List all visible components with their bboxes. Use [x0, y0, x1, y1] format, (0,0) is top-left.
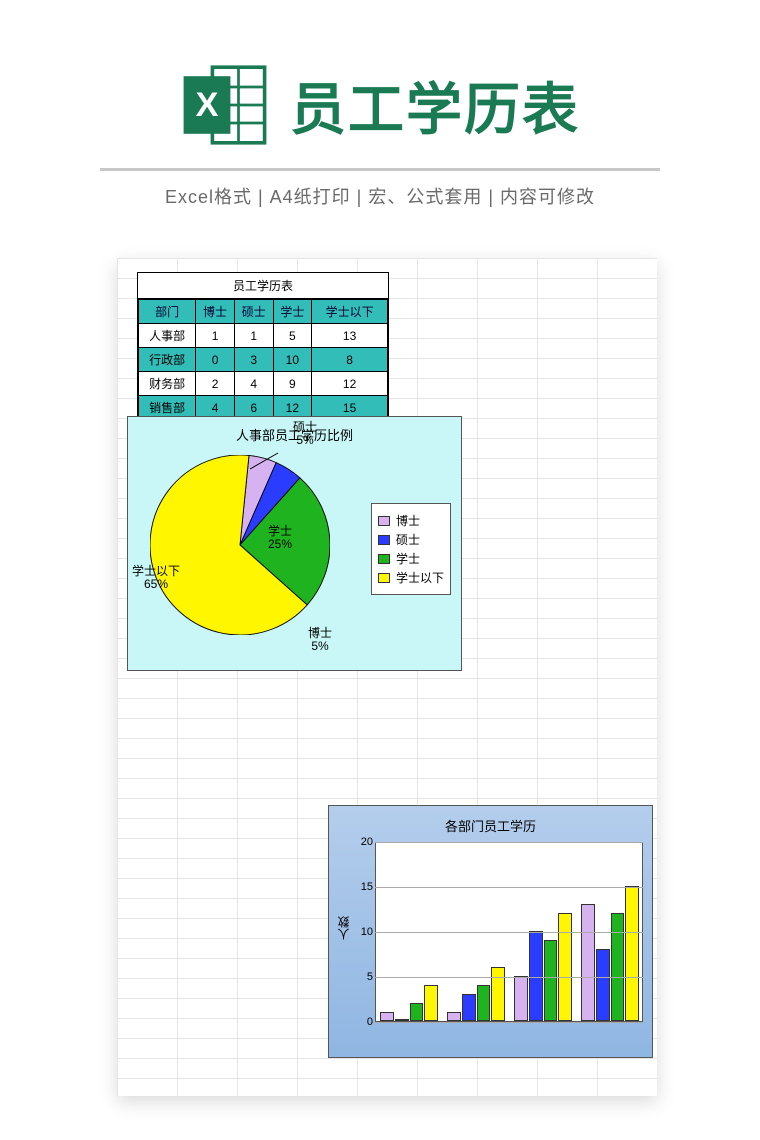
bar — [491, 967, 505, 1021]
table-title: 员工学历表 — [138, 273, 388, 299]
table-header-row: 部门 博士 硕士 学士 学士以下 — [139, 300, 388, 324]
svg-text:X: X — [196, 86, 219, 124]
y-tick: 20 — [355, 836, 373, 848]
bar — [514, 976, 528, 1021]
col-doctor: 博士 — [196, 300, 235, 324]
col-dept: 部门 — [139, 300, 196, 324]
page-title: 员工学历表 — [290, 65, 580, 146]
col-master: 硕士 — [234, 300, 273, 324]
pie-legend: 博士 硕士 学士 学士以下 — [371, 503, 451, 595]
y-tick: 15 — [355, 881, 373, 893]
legend-swatch-below — [378, 573, 390, 583]
bar — [477, 985, 491, 1021]
table-row: 人事部 1 1 5 13 — [139, 324, 388, 348]
bar — [380, 1012, 394, 1021]
bar — [447, 1012, 461, 1021]
bar — [410, 1003, 424, 1021]
pie-label-master: 硕士5% — [293, 421, 317, 447]
excel-icon: X — [180, 60, 270, 150]
col-below: 学士以下 — [312, 300, 388, 324]
y-tick: 5 — [355, 971, 373, 983]
bar — [611, 913, 625, 1021]
gridline — [375, 887, 643, 888]
col-bachelor: 学士 — [273, 300, 312, 324]
bar — [462, 994, 476, 1021]
page-subtitle: Excel格式 | A4纸打印 | 宏、公式套用 | 内容可修改 — [0, 183, 760, 209]
table-row: 行政部 0 3 10 8 — [139, 348, 388, 372]
bar — [424, 985, 438, 1021]
education-table: 员工学历表 部门 博士 硕士 学士 学士以下 人事部 1 1 5 13 行政部 … — [137, 272, 389, 421]
gridline — [375, 842, 643, 843]
page-header: X 员工学历表 Excel格式 | A4纸打印 | 宏、公式套用 | 内容可修改 — [0, 0, 760, 209]
header-divider — [100, 168, 660, 171]
spreadsheet-page: 员工学历表 部门 博士 硕士 学士 学士以下 人事部 1 1 5 13 行政部 … — [117, 258, 657, 1096]
gridline — [375, 932, 643, 933]
bar-ylabel: 人数 — [335, 916, 352, 940]
bar — [596, 949, 610, 1021]
pie-graphic — [150, 455, 330, 635]
y-tick: 0 — [355, 1016, 373, 1028]
legend-swatch-doctor — [378, 516, 390, 526]
bar — [625, 886, 639, 1021]
pie-label-bachelor: 学士25% — [268, 525, 292, 551]
gridline — [375, 977, 643, 978]
legend-swatch-bachelor — [378, 554, 390, 564]
pie-label-below: 学士以下65% — [126, 565, 186, 591]
pie-chart: 人事部员工学历比例 硕士5% 学士25% 博士5% 学士以下65% 博士 硕士 … — [127, 416, 462, 671]
bar — [395, 1019, 409, 1021]
bar-title: 各部门员工学历 — [329, 816, 652, 835]
bar-chart: 各部门员工学历 人数 0 5 10 15 20 — [328, 805, 653, 1058]
bar — [558, 913, 572, 1021]
bar — [529, 931, 543, 1021]
table-row: 财务部 2 4 9 12 — [139, 372, 388, 396]
pie-label-doctor: 博士5% — [308, 627, 332, 653]
gridline — [375, 1022, 643, 1023]
bar — [581, 904, 595, 1021]
legend-swatch-master — [378, 535, 390, 545]
bar — [544, 940, 558, 1021]
y-tick: 10 — [355, 926, 373, 938]
